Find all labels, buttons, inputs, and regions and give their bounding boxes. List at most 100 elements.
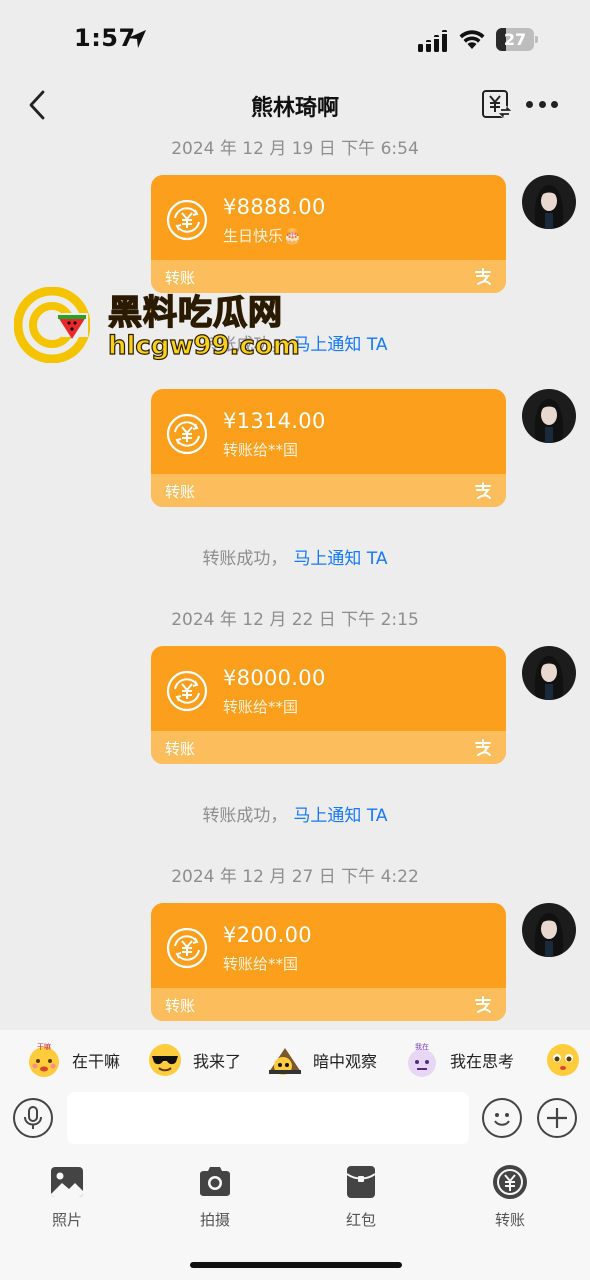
user-avatar[interactable] xyxy=(522,646,576,700)
transfer-card[interactable]: ¥1314.00 转账给**国 转账 xyxy=(151,389,506,507)
avatar-portrait xyxy=(534,913,564,957)
message-text-input[interactable] xyxy=(67,1092,469,1144)
toolbar-label: 照片 xyxy=(51,1211,82,1229)
cellular-signal-icon xyxy=(418,30,447,52)
smiley-icon xyxy=(494,1113,510,1126)
transfer-message: ¥200.00 转账给**国 转账 xyxy=(0,903,590,1021)
more-options-button[interactable] xyxy=(526,94,558,114)
transfer-amount: ¥8000.00 xyxy=(223,666,326,690)
message-input-row xyxy=(0,1090,590,1150)
back-button[interactable] xyxy=(20,88,54,122)
chat-header: 熊林琦啊 xyxy=(0,80,590,130)
notify-ta-link[interactable]: 马上通知 TA xyxy=(293,806,387,826)
watermelon-logo-icon xyxy=(14,287,90,363)
avatar-portrait xyxy=(534,185,564,229)
transfer-card[interactable]: ¥8888.00 生日快乐🎂 转账 xyxy=(151,175,506,293)
transfer-type-label: 转账 xyxy=(165,740,196,758)
transfer-card-footer: 转账 xyxy=(151,474,506,507)
transfer-type-label: 转账 xyxy=(165,483,196,501)
transfer-success-notice: 转账成功， 马上通知 TA xyxy=(0,801,590,826)
battery-tip xyxy=(535,36,538,43)
transfer-memo: 转账给**国 xyxy=(223,698,299,716)
emoji-button[interactable] xyxy=(482,1098,522,1138)
toolbar-label: 转账 xyxy=(494,1211,525,1229)
more-dot xyxy=(551,100,558,108)
sunglasses-face-icon xyxy=(149,1044,181,1076)
toolbar-transfer-button[interactable]: 转账 xyxy=(465,1160,555,1234)
quick-reply-label: 在干嘛 xyxy=(72,1052,121,1071)
input-panel: 干嘛 在干嘛 我来了 暗中观察 我在 我在思考 照片 拍摄 红包 转账 xyxy=(0,1030,590,1280)
alipay-logo-icon xyxy=(475,739,491,756)
status-bar: 1:57 27 xyxy=(0,0,590,80)
voice-input-button[interactable] xyxy=(13,1098,53,1138)
red-packet-icon xyxy=(346,1166,376,1198)
busy-face-icon: 干嘛 xyxy=(29,1042,59,1077)
transfer-message: ¥1314.00 转账给**国 转账 xyxy=(0,389,590,507)
quick-reply-label: 暗中观察 xyxy=(313,1052,378,1071)
transfer-memo: 转账给**国 xyxy=(223,441,299,459)
camera-icon xyxy=(200,1167,230,1196)
user-avatar[interactable] xyxy=(522,903,576,957)
transfer-coin-icon xyxy=(166,413,208,455)
transfer-card[interactable]: ¥200.00 转账给**国 转账 xyxy=(151,903,506,1021)
transfer-memo: 转账给**国 xyxy=(223,955,299,973)
transfer-records-icon[interactable] xyxy=(480,88,512,120)
message-timestamp: 2024 年 12 月 22 日 下午 2:15 xyxy=(171,610,419,630)
user-avatar[interactable] xyxy=(522,175,576,229)
quick-reply-item[interactable]: 暗中观察 xyxy=(267,1042,377,1078)
quick-reply-label: 我来了 xyxy=(193,1052,242,1071)
transfer-card-footer: 转账 xyxy=(151,731,506,764)
alipay-logo-icon xyxy=(475,482,491,499)
pleading-face-icon xyxy=(547,1044,579,1076)
thinking-face-badge: 我在 xyxy=(415,1042,429,1051)
chat-messages: 2024 年 12 月 19 日 下午 6:54 ¥8888.00 生日快乐🎂 … xyxy=(0,130,590,1030)
transfer-success-notice: 转账成功， 马上通知 TA xyxy=(0,544,590,569)
transfer-memo: 生日快乐🎂 xyxy=(223,227,302,245)
avatar-portrait xyxy=(534,399,564,443)
quick-reply-item[interactable] xyxy=(545,1042,590,1078)
transfer-icon xyxy=(493,1165,527,1199)
watermark-url: hlcgw99.com xyxy=(107,330,300,361)
more-dot xyxy=(538,100,546,108)
chat-title: 熊林琦啊 xyxy=(250,96,339,121)
microphone-icon xyxy=(24,1106,42,1129)
wifi-icon xyxy=(459,30,485,49)
user-avatar[interactable] xyxy=(522,389,576,443)
battery-level-text: 27 xyxy=(503,30,527,49)
toolbar-label: 拍摄 xyxy=(199,1211,230,1229)
transfer-card-footer: 转账 xyxy=(151,988,506,1021)
location-arrow-icon xyxy=(128,30,146,48)
more-actions-button[interactable] xyxy=(537,1098,577,1138)
busy-face-badge: 干嘛 xyxy=(37,1042,51,1051)
plus-icon xyxy=(547,1108,567,1128)
toolbar-label: 红包 xyxy=(345,1211,376,1229)
home-indicator[interactable] xyxy=(190,1262,402,1268)
transfer-amount: ¥8888.00 xyxy=(223,195,326,219)
battery-indicator: 27 xyxy=(496,28,538,51)
transfer-coin-icon xyxy=(166,927,208,969)
message-timestamp: 2024 年 12 月 19 日 下午 6:54 xyxy=(171,139,419,159)
watermark-title: 黑料吃瓜网 xyxy=(107,292,283,334)
quick-reply-item[interactable]: 我在 我在思考 xyxy=(404,1042,514,1078)
chevron-left-icon xyxy=(29,90,45,120)
transfer-coin-icon xyxy=(166,199,208,241)
notify-ta-link[interactable]: 马上通知 TA xyxy=(293,549,387,569)
battery-body: 27 xyxy=(496,28,534,51)
toolbar-camera-button[interactable]: 拍摄 xyxy=(170,1160,260,1234)
transfer-card[interactable]: ¥8000.00 转账给**国 转账 xyxy=(151,646,506,764)
transfer-amount: ¥200.00 xyxy=(223,923,312,947)
photo-icon xyxy=(51,1167,83,1197)
notify-ta-link[interactable]: 马上通知 TA xyxy=(293,335,387,355)
alipay-logo-icon xyxy=(475,268,491,285)
toolbar-red-packet-button[interactable]: 红包 xyxy=(316,1160,406,1234)
action-toolbar: 照片 拍摄 红包 转账 xyxy=(0,1160,590,1240)
quick-reply-item[interactable]: 我来了 xyxy=(147,1042,241,1078)
thinking-face-icon: 我在 xyxy=(408,1042,436,1077)
message-timestamp: 2024 年 12 月 27 日 下午 4:22 xyxy=(171,867,419,887)
notice-text: 转账成功， xyxy=(202,549,288,569)
toolbar-photo-button[interactable]: 照片 xyxy=(22,1160,112,1234)
more-dot xyxy=(526,100,533,108)
peeking-face-icon xyxy=(269,1048,301,1075)
site-watermark: 黑料吃瓜网 hlcgw99.com xyxy=(14,283,304,373)
quick-reply-item[interactable]: 干嘛 在干嘛 xyxy=(26,1042,120,1078)
